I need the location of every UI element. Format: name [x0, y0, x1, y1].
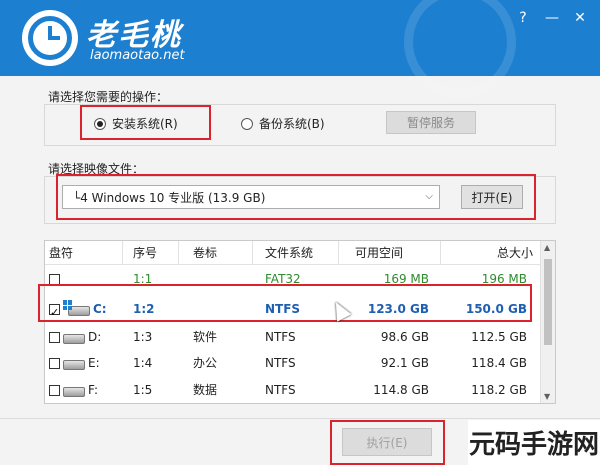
table-row[interactable]: E: 1:4 办公 NTFS 92.1 GB 118.4 GB	[45, 351, 541, 375]
column-drive: 盘符	[45, 241, 123, 265]
help-icon[interactable]: ?	[514, 10, 532, 26]
background-clock-icon	[404, 0, 516, 98]
drive-cell: E:	[45, 351, 123, 375]
brand-domain: laomaotao.net	[90, 48, 185, 63]
scroll-up-icon[interactable]: ▲	[544, 243, 550, 252]
pause-service-button[interactable]: 暂停服务	[386, 111, 476, 134]
drive-cell: D:	[45, 325, 123, 349]
backup-system-radio[interactable]: 备份系统(B)	[241, 115, 325, 132]
table-header: 盘符 序号 卷标 文件系统 可用空间 总大小	[45, 241, 541, 265]
execute-button[interactable]: 执行(E)	[342, 428, 432, 456]
open-button[interactable]: 打开(E)	[461, 185, 523, 209]
install-system-radio[interactable]: 安装系统(R)	[94, 115, 178, 132]
filesystem-cell: FAT32	[265, 272, 301, 286]
hard-drive-icon	[63, 360, 85, 370]
free-space-cell: 92.1 GB	[380, 356, 429, 370]
install-system-label: 安装系统(R)	[112, 117, 178, 131]
scroll-down-icon[interactable]: ▼	[544, 392, 550, 401]
drive-cell	[45, 267, 123, 291]
drive-letter: F:	[88, 383, 99, 397]
image-prompt: 请选择映像文件：	[48, 162, 145, 176]
free-space-cell: 114.8 GB	[373, 383, 429, 397]
row-checkbox[interactable]	[49, 384, 60, 396]
scroll-thumb[interactable]	[544, 259, 552, 345]
free-space-cell: 169 MB	[383, 272, 429, 286]
drive-letter: D:	[88, 330, 102, 344]
image-select-value: └4 Windows 10 专业版 (13.9 GB)	[73, 190, 266, 205]
filesystem-cell: NTFS	[265, 383, 296, 397]
index-cell: 1:2	[133, 302, 155, 316]
column-free-space: 可用空间	[339, 241, 441, 265]
logo-icon	[22, 10, 78, 66]
table-scrollbar[interactable]: ▲ ▼	[540, 241, 555, 403]
table-row[interactable]: F: 1:5 数据 NTFS 114.8 GB 118.2 GB	[45, 378, 541, 402]
drive-letter: E:	[88, 356, 100, 370]
label-cell: 软件	[193, 330, 218, 344]
row-checkbox[interactable]	[49, 301, 60, 325]
backup-system-label: 备份系统(B)	[259, 117, 325, 131]
image-select[interactable]: └4 Windows 10 专业版 (13.9 GB) ⌵	[62, 185, 440, 209]
watermark: 元码手游网	[468, 420, 600, 465]
column-index: 序号	[123, 241, 179, 265]
free-space-cell: 98.6 GB	[380, 330, 429, 344]
column-total-size: 总大小	[496, 246, 533, 260]
chevron-down-icon: ⌵	[425, 191, 433, 202]
column-filesystem: 文件系统	[253, 241, 339, 265]
label-cell	[179, 297, 253, 321]
operation-prompt: 请选择您需要的操作：	[48, 90, 169, 104]
close-button[interactable]: ✕	[571, 10, 589, 26]
total-size-cell: 118.4 GB	[471, 356, 527, 370]
column-label: 卷标	[179, 241, 253, 265]
drive-letter: C:	[93, 302, 107, 316]
label-cell: 办公	[193, 356, 218, 370]
filesystem-cell: NTFS	[265, 330, 296, 344]
index-cell: 1:5	[133, 383, 153, 397]
table-row[interactable]: D: 1:3 软件 NTFS 98.6 GB 112.5 GB	[45, 325, 541, 349]
app-header: 老毛桃 laomaotao.net ? — ✕	[0, 0, 600, 98]
drive-cell: F:	[45, 378, 123, 402]
label-cell: 数据	[193, 383, 218, 397]
label-cell	[179, 267, 253, 291]
radio-dot-icon	[94, 117, 106, 130]
filesystem-cell: NTFS	[265, 356, 296, 370]
index-cell: 1:1	[133, 272, 153, 286]
total-size-cell: 118.2 GB	[471, 383, 527, 397]
filesystem-cell: NTFS	[265, 302, 301, 316]
table-row[interactable]: 1:1 FAT32 169 MB 196 MB	[45, 267, 541, 291]
total-size-cell: 196 MB	[481, 272, 527, 286]
total-size-cell: 150.0 GB	[465, 302, 527, 316]
drive-cell: C:	[45, 297, 123, 325]
radio-dot-icon	[241, 117, 253, 130]
hard-drive-icon	[63, 387, 85, 397]
index-cell: 1:4	[133, 356, 153, 370]
row-checkbox[interactable]	[49, 273, 60, 285]
hard-drive-icon	[63, 334, 85, 344]
partition-table: 盘符 序号 卷标 文件系统 可用空间 总大小 1:1 FAT32 169 MB 196…	[44, 240, 556, 404]
minimize-button[interactable]: —	[543, 10, 561, 26]
total-size-cell: 112.5 GB	[471, 330, 527, 344]
row-checkbox[interactable]	[49, 331, 60, 343]
row-checkbox[interactable]	[49, 357, 60, 369]
free-space-cell: 123.0 GB	[367, 302, 429, 316]
index-cell: 1:3	[133, 330, 153, 344]
table-row[interactable]: C: 1:2 NTFS 123.0 GB 150.0 GB	[45, 297, 541, 325]
windows-logo-icon	[63, 300, 73, 310]
